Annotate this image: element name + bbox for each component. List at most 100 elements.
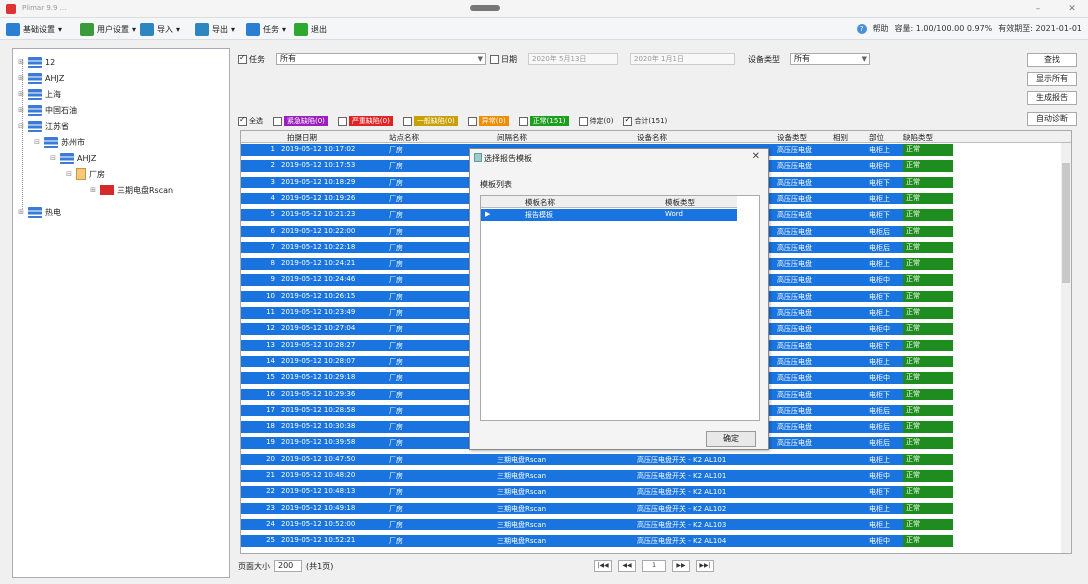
cell-site: 厂房 [389, 455, 403, 464]
menu-label: 任务 [263, 24, 279, 34]
cell-date: 2019-05-12 10:24:46 [281, 275, 356, 284]
cell-part: 电柜下 [869, 390, 890, 399]
first-page-button[interactable]: |◀◀ [594, 560, 612, 572]
date-to-field[interactable]: 2020年 1月1日 [630, 53, 735, 65]
expand-icon[interactable]: ⊞ [17, 74, 25, 82]
table-row[interactable]: 25 2019-05-12 10:52:21 厂房 三期电盘Rscan 高压压电盘开关 … [241, 535, 953, 547]
building-icon [76, 168, 86, 180]
expand-icon[interactable]: ⊞ [17, 90, 25, 98]
column-header[interactable]: 相别 [833, 132, 848, 143]
tree-node[interactable]: ⊞ 12 [17, 55, 55, 69]
cell-dev: 高压压电盘开关 - K2 AL104 [637, 537, 727, 546]
table-row[interactable]: 23 2019-05-12 10:49:18 厂房 三期电盘Rscan 高压压电盘开关 … [241, 502, 953, 515]
column-header[interactable]: 设备名称 [637, 132, 667, 143]
column-header[interactable]: 间隔名称 [497, 132, 527, 143]
last-page-button[interactable]: ▶▶| [696, 560, 714, 572]
legend-urgent[interactable]: 紧急缺陷(0) [273, 116, 328, 126]
help-icon[interactable]: ? [856, 23, 867, 34]
row-number: 15 [266, 373, 275, 382]
table-row[interactable]: 21 2019-05-12 10:48:20 厂房 三期电盘Rscan 高压压电盘开关 … [241, 470, 953, 482]
cell-site: 厂房 [389, 162, 403, 171]
legend-pending[interactable]: 待定(0) [578, 116, 613, 126]
search-button[interactable]: 查找 [1027, 53, 1077, 67]
table-row[interactable]: 20 2019-05-12 10:47:50 厂房 三期电盘Rscan 高压压电盘开关 … [241, 453, 953, 466]
table-row[interactable]: 22 2019-05-12 10:48:13 厂房 三期电盘Rscan 高压压电盘开关 … [241, 486, 953, 498]
cell-part: 电柜中 [869, 472, 890, 480]
cell-site: 厂房 [389, 146, 403, 154]
menu-exit[interactable]: 退出 [294, 22, 327, 36]
collapse-icon[interactable]: ⊟ [33, 138, 41, 146]
legend-abnormal[interactable]: 异常(0) [467, 116, 509, 126]
legend-serious[interactable]: 严重缺陷(0) [337, 116, 393, 126]
column-header[interactable]: 模板名称 [525, 197, 555, 208]
expand-icon[interactable]: ⊞ [89, 186, 97, 194]
column-header[interactable]: 缺陷类型 [903, 132, 933, 143]
collapse-icon[interactable]: ⊟ [17, 122, 25, 130]
task-select[interactable]: 所有 ▼ [276, 53, 486, 65]
column-header[interactable]: 模板类型 [665, 197, 695, 208]
menu-import[interactable]: 导入 ▾ [140, 22, 180, 36]
column-header[interactable]: 拍摄日期 [287, 132, 317, 143]
template-list[interactable]: 模板名称 模板类型 ▶ 报告模板 Word [480, 195, 760, 421]
next-page-button[interactable]: ▶▶ [672, 560, 690, 572]
close-icon[interactable]: ✕ [752, 151, 760, 162]
tree-node[interactable]: ⊟ AHJZ [49, 151, 96, 165]
legend-checkbox[interactable] [467, 116, 477, 126]
device-type-select[interactable]: 所有 ▼ [790, 53, 870, 65]
date-from-field[interactable]: 2020年 5月13日 [528, 53, 618, 65]
scroll-thumb[interactable] [1062, 163, 1070, 283]
tree-node[interactable]: ⊟ 苏州市 [33, 135, 85, 149]
menu-export[interactable]: 导出 ▾ [195, 22, 235, 36]
expand-icon[interactable]: ⊞ [17, 208, 25, 216]
tree-node[interactable]: ⊟ 厂房 [65, 167, 105, 181]
tree-node-label: AHJZ [45, 73, 65, 83]
legend-checkbox[interactable] [337, 116, 347, 126]
legend-checkbox[interactable] [402, 116, 412, 126]
cell-dev: 高压压电盘开关 - K2 AL102 [637, 504, 727, 513]
expand-icon[interactable]: ⊞ [17, 58, 25, 66]
legend-normal[interactable]: 正常(151) [518, 116, 569, 126]
collapse-icon[interactable]: ⊟ [49, 154, 57, 162]
select-all-checkbox[interactable] [238, 115, 247, 126]
auto-diagnose-button[interactable]: 自动诊断 [1027, 112, 1077, 126]
column-header[interactable]: 站点名称 [389, 132, 419, 143]
task-checkbox[interactable] [238, 53, 247, 64]
close-button[interactable]: ✕ [1064, 3, 1080, 15]
generate-report-button[interactable]: 生成报告 [1027, 91, 1077, 105]
menu-user-settings[interactable]: 用户设置 ▾ [80, 22, 136, 36]
tree-node[interactable]: ⊟ 江苏省 [17, 119, 69, 133]
page-size-stepper[interactable]: 200 [274, 560, 302, 572]
select-all[interactable]: 全选 [238, 115, 263, 126]
tree-node[interactable]: ⊞ 上海 [17, 87, 61, 101]
show-all-button[interactable]: 显示所有 [1027, 72, 1077, 86]
menu-basic-settings[interactable]: 基础设置 ▾ [6, 22, 62, 36]
legend-total[interactable]: 合计(151) [623, 115, 667, 126]
column-header[interactable]: 部位 [869, 132, 884, 143]
legend-checkbox[interactable] [273, 116, 282, 126]
cell-part: 电柜中 [869, 374, 890, 383]
legend-checkbox[interactable] [578, 116, 588, 126]
prev-page-button[interactable]: ◀◀ [618, 560, 636, 572]
vertical-scrollbar[interactable] [1061, 143, 1071, 553]
minimize-button[interactable]: – [1030, 3, 1046, 15]
column-header[interactable]: 设备类型 [777, 132, 807, 143]
page-number-input[interactable]: 1 [642, 560, 666, 572]
legend-checkbox[interactable] [518, 116, 528, 126]
date-checkbox[interactable] [490, 54, 499, 64]
collapse-icon[interactable]: ⊟ [65, 170, 73, 178]
help-menu[interactable]: 帮助 [873, 23, 889, 34]
tree-node[interactable]: ⊞ 热电 [17, 205, 61, 219]
cell-part: 电柜上 [869, 146, 890, 154]
menu-task[interactable]: 任务 ▾ [246, 22, 286, 36]
menu-label: 导出 [212, 24, 228, 34]
tree-node[interactable]: ⊞ AHJZ [17, 71, 64, 85]
legend-general[interactable]: 一般缺陷(0) [402, 116, 458, 126]
tree-node[interactable]: ⊞ 中国石油 [17, 103, 77, 117]
template-row[interactable]: ▶ 报告模板 Word [481, 209, 737, 221]
ok-button[interactable]: 确定 [706, 431, 756, 447]
table-row[interactable]: 24 2019-05-12 10:52:00 厂房 三期电盘Rscan 高压压电盘开关 … [241, 518, 953, 531]
legend-checkbox[interactable] [623, 115, 633, 126]
tree-node-selected[interactable]: ⊞ 三期电盘Rscan [89, 183, 173, 197]
panel-icon [100, 185, 114, 195]
expand-icon[interactable]: ⊞ [17, 106, 25, 114]
